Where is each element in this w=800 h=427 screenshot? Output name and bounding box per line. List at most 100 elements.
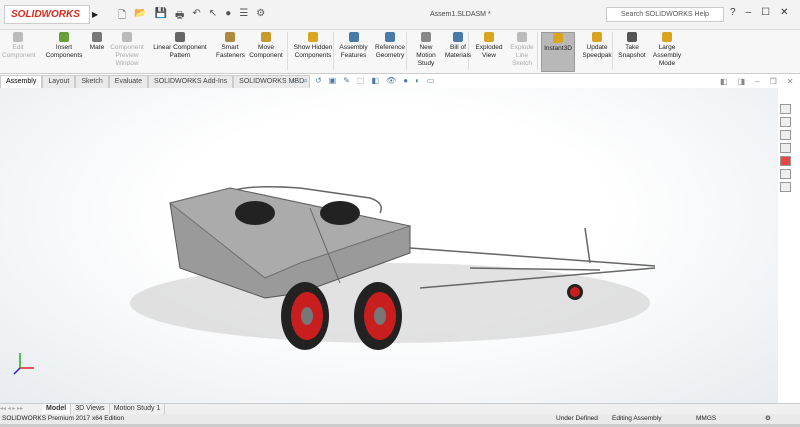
ribbon-label: Move Component (249, 44, 283, 59)
tile-left-icon[interactable]: ◧ (720, 77, 728, 86)
wheel (354, 282, 402, 350)
ribbon-label: Reference Geometry (375, 44, 405, 59)
display-style-icon[interactable]: ◧ (372, 76, 380, 86)
options-icon[interactable]: ⚙ (256, 8, 265, 25)
reference-geometry-button[interactable]: Reference Geometry (372, 32, 408, 60)
file-explorer-icon[interactable] (780, 130, 791, 140)
task-pane-tabs (780, 104, 794, 192)
tab-solidworks-add-ins[interactable]: SOLIDWORKS Add-Ins (148, 75, 234, 88)
new-motion-study-icon (421, 32, 431, 42)
new-motion-study-button[interactable]: New Motion Study (412, 32, 440, 68)
move-component-button[interactable]: Move Component (248, 32, 284, 60)
definition-status: Under Defined (556, 415, 598, 422)
zoom-area-icon[interactable]: ⌕ (303, 76, 307, 86)
graphics-area[interactable] (0, 88, 778, 403)
dynamic-annotation-icon[interactable]: ✎ (343, 76, 350, 86)
tile-right-icon[interactable]: ◨ (738, 77, 746, 86)
assembly-features-button[interactable]: Assembly Features (337, 32, 370, 60)
assembly-features-icon (348, 32, 359, 42)
component-preview-window-button[interactable]: Component Preview Window (108, 32, 146, 68)
scene-icon[interactable]: ◐ (415, 76, 420, 86)
bottom-tabs: ◂◂ ◂ ▸ ▸▸ Model 3D Views Motion Study 1 (0, 403, 800, 414)
ribbon-separator (537, 32, 538, 70)
file-properties-icon[interactable]: ☰ (239, 8, 248, 25)
ribbon-label: Assembly Features (339, 44, 368, 59)
ribbon-label: Insert Components (45, 44, 83, 59)
new-icon[interactable]: 🗋 (118, 8, 126, 25)
ribbon-label: Linear Component Pattern (153, 44, 207, 59)
doc-restore-icon[interactable]: ❐ (770, 77, 777, 86)
maximize-button[interactable]: ☐ (761, 7, 770, 18)
ribbon-label: Update Speedpak (582, 44, 612, 59)
tab-3d-views[interactable]: 3D Views (71, 404, 110, 414)
save-icon[interactable]: 💾 (155, 8, 167, 25)
update-speedpak-button[interactable]: Update Speedpak (580, 32, 614, 60)
undo-icon[interactable]: ↶ (192, 8, 200, 25)
mate-button[interactable]: Mate (88, 32, 106, 52)
ribbon-label: Show Hidden Components (293, 44, 333, 59)
tab-assembly[interactable]: Assembly (0, 75, 43, 88)
smart-fasteners-icon (225, 32, 235, 42)
tab-motion-study[interactable]: Motion Study 1 (110, 404, 166, 414)
previous-view-icon[interactable]: ↺ (315, 76, 322, 86)
large-assembly-mode-button[interactable]: Large Assembly Mode (650, 32, 684, 68)
show-hidden-components-button[interactable]: Show Hidden Components (292, 32, 334, 60)
smart-fasteners-button[interactable]: Smart Fasteners (216, 32, 245, 60)
tab-sketch[interactable]: Sketch (75, 75, 109, 88)
linear-component-pattern-icon (175, 32, 185, 42)
appearance-icon[interactable]: ● (403, 76, 408, 86)
linear-component-pattern-button[interactable]: Linear Component Pattern (150, 32, 210, 60)
help-search-input[interactable]: Search SOLIDWORKS Help (606, 7, 724, 22)
zoom-fit-icon[interactable]: ⌕ (292, 76, 296, 86)
doc-minimize-icon[interactable]: – (755, 77, 759, 86)
hide-show-icon[interactable]: 👁 (386, 76, 396, 86)
edit-component-button[interactable]: Edit Component (2, 32, 36, 60)
print-icon[interactable]: 🖶 (175, 8, 184, 25)
explode-line-sketch-button[interactable]: Explode Line Sketch (508, 32, 536, 68)
help-icon[interactable]: ? (730, 7, 736, 18)
rebuild-icon[interactable]: ● (225, 8, 231, 25)
take-snapshot-icon (627, 32, 637, 42)
bill-of-materials-button[interactable]: Bill of Materials (444, 32, 472, 60)
take-snapshot-button[interactable]: Take Snapshot (618, 32, 646, 60)
heads-up-toolbar: ⌕ ⌕ ↺ ▣ ✎ ⬚ ◧ 👁 ● ◐ ▭ (292, 76, 434, 86)
reference-geometry-icon (385, 32, 395, 42)
instant3d-button[interactable]: Instant3D (541, 32, 575, 72)
tab-layout[interactable]: Layout (42, 75, 76, 88)
units-selector[interactable]: MMGS (696, 414, 716, 424)
command-tabs: Assembly Layout Sketch Evaluate SOLIDWORKS A… (0, 75, 311, 88)
view-orientation-icon[interactable]: ⬚ (357, 76, 365, 86)
ribbon-label: Mate (89, 44, 105, 51)
resources-icon[interactable] (780, 104, 791, 114)
view-palette-icon[interactable] (780, 143, 791, 153)
ribbon-label: Exploded View (475, 44, 503, 59)
appearances-icon[interactable] (780, 156, 791, 166)
forum-icon[interactable] (780, 182, 791, 192)
menu-expand-icon[interactable]: ▶ (92, 10, 98, 19)
exploded-view-button[interactable]: Exploded View (474, 32, 504, 60)
custom-properties-icon[interactable] (780, 169, 791, 179)
section-view-icon[interactable]: ▣ (329, 76, 337, 86)
design-library-icon[interactable] (780, 117, 791, 127)
component-preview-window-icon (122, 32, 132, 42)
rebuild-status-icon[interactable]: ⚙ (765, 414, 771, 424)
view-settings-icon[interactable]: ▭ (427, 76, 435, 86)
close-button[interactable]: ✕ (780, 7, 788, 18)
solidworks-logo[interactable]: SOLIDWORKS (4, 5, 90, 24)
ribbon-label: Take Snapshot (618, 44, 646, 59)
insert-components-button[interactable]: Insert Components (44, 32, 84, 60)
minimize-button[interactable]: – (746, 7, 752, 18)
ribbon-label: Instant3D (544, 45, 572, 52)
show-hidden-components-icon (308, 32, 318, 42)
tab-model[interactable]: Model (42, 404, 72, 414)
tab-scroll-arrows[interactable]: ◂◂ ◂ ▸ ▸▸ (0, 404, 42, 414)
open-icon[interactable]: 📂 (134, 8, 146, 25)
tab-evaluate[interactable]: Evaluate (108, 75, 149, 88)
instant3d-icon (553, 33, 563, 43)
triad-icon (13, 353, 34, 375)
doc-close-icon[interactable]: ✕ (787, 77, 794, 86)
ribbon-label: Component Preview Window (110, 44, 144, 67)
select-icon[interactable]: ↖ (209, 8, 217, 25)
ribbon-label: Bill of Materials (444, 44, 472, 59)
ribbon-separator (287, 32, 288, 70)
